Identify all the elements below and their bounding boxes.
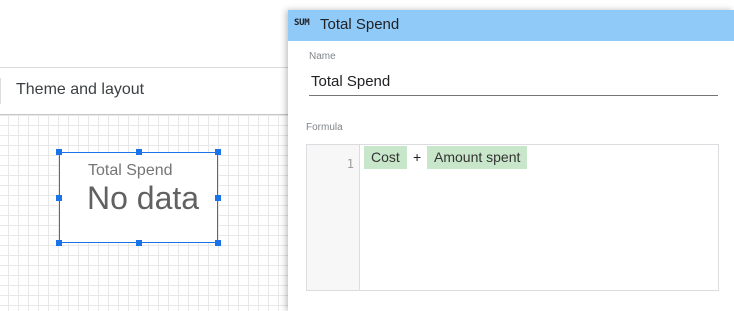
line-gutter: 1 (307, 145, 360, 290)
sum-aggregation-icon: SUM (294, 18, 310, 28)
resize-handle-top-left[interactable] (56, 149, 62, 155)
line-number: 1 (346, 157, 354, 171)
theme-and-layout-button[interactable]: Theme and layout (16, 81, 144, 99)
resize-handle-left[interactable] (56, 195, 62, 201)
formula-editor[interactable]: 1 Cost + Amount spent (306, 144, 719, 291)
toolbar-divider (0, 78, 1, 104)
field-chip-cost[interactable]: Cost (364, 146, 407, 169)
resize-handle-bottom-right[interactable] (215, 240, 221, 246)
resize-handle-bottom-left[interactable] (56, 240, 62, 246)
name-label: Name (309, 51, 336, 62)
scorecard-chart[interactable]: Total Spend No data (59, 152, 218, 243)
scorecard-title: Total Spend (88, 162, 173, 179)
field-chip-amount-spent[interactable]: Amount spent (427, 146, 528, 169)
resize-handle-right[interactable] (215, 195, 221, 201)
panel-title: Total Spend (320, 16, 400, 33)
scorecard-value: No data (87, 180, 200, 216)
resize-handle-top[interactable] (136, 149, 142, 155)
formula-label: Formula (306, 122, 343, 133)
toolbar: Theme and layout (0, 67, 300, 115)
panel-header: SUM Total Spend (288, 10, 734, 41)
plus-operator: + (413, 149, 422, 165)
resize-handle-bottom[interactable] (136, 240, 142, 246)
name-field[interactable] (309, 68, 718, 96)
resize-handle-top-right[interactable] (215, 149, 221, 155)
calculated-field-panel: SUM Total Spend Name Formula 1 Cost + Am… (288, 10, 734, 311)
